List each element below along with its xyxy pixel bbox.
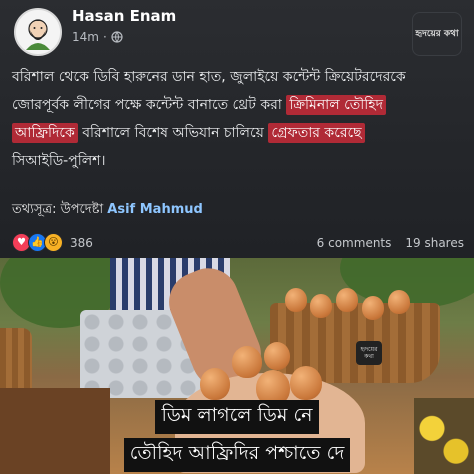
egg <box>200 368 230 400</box>
post-time[interactable]: 14m <box>72 30 99 44</box>
egg <box>336 288 358 312</box>
post-source: তথ্যসূত্র: উপদেষ্টা Asif Mahmud <box>12 200 203 221</box>
caption-text-2: তৌহিদ আফ্রিদির পশ্চাতে দে <box>123 438 351 472</box>
egg <box>388 290 410 314</box>
meta-separator: · <box>102 30 107 44</box>
post-text: বরিশাল থেকে ডিবি হারুনের ডান হাত, জুলাইয… <box>12 63 462 175</box>
globe-icon[interactable] <box>111 31 123 43</box>
reaction-summary[interactable]: ♥ 👍 😮 386 <box>12 233 93 252</box>
egg <box>285 288 307 312</box>
page-logo: হৃদয়ের কথা <box>412 12 462 56</box>
author-name[interactable]: Hasan Enam <box>72 7 176 25</box>
caption-line-2: তৌহিদ আফ্রিদির পশ্চাতে দে <box>0 438 474 472</box>
post-line-3-text: বরিশালে বিশেষ অভিযান চালিয়ে <box>77 125 269 141</box>
highlight-name-2: আফ্রিদিকে <box>12 123 78 143</box>
post-meta: 14m · <box>72 30 123 44</box>
source-label: তথ্যসূত্র: উপদেষ্টা <box>12 202 108 217</box>
post-line-1: বরিশাল থেকে ডিবি হারুনের ডান হাত, জুলাইয… <box>12 69 406 85</box>
reaction-count: 386 <box>70 235 93 250</box>
egg <box>264 342 290 370</box>
post-stats: 6 comments 19 shares <box>317 236 464 250</box>
image-watermark: হৃদয়ের কথা <box>356 341 382 365</box>
post-image[interactable]: হৃদয়ের কথা ডিম লাগলে ডিম নে তৌহিদ আফ্রি… <box>0 258 474 474</box>
post-line-2: জোরপূর্বক লীগের পক্ষে কন্টেন্ট বানাতে থ্… <box>12 91 462 119</box>
highlight-name: ক্রিমিনাল তৌহিদ <box>286 95 387 115</box>
facebook-post-card: Hasan Enam 14m · হৃদয়ের কথা বরিশাল থেকে… <box>0 0 474 258</box>
page-logo-text: হৃদয়ের কথা <box>415 28 459 39</box>
post-line-4: সিআইডি-পুলিশ। <box>12 153 106 169</box>
egg <box>310 294 332 318</box>
egg <box>290 366 322 400</box>
caption-text-1: ডিম লাগলে ডিম নে <box>155 400 319 434</box>
highlight-arrest: গ্রেফতার করেছে <box>268 123 365 143</box>
comments-count[interactable]: 6 comments <box>317 236 392 250</box>
post-line-3: আফ্রিদিকে বরিশালে বিশেষ অভিযান চালিয়ে গ… <box>12 119 462 147</box>
egg <box>362 296 384 320</box>
author-avatar[interactable] <box>14 8 62 56</box>
shares-count[interactable]: 19 shares <box>405 236 464 250</box>
post-line-2-text: জোরপূর্বক লীগের পক্ষে কন্টেন্ট বানাতে থ্… <box>12 97 287 113</box>
wow-reaction-icon: 😮 <box>44 233 63 252</box>
egg <box>232 346 262 378</box>
avatar-illustration-icon <box>16 10 60 54</box>
source-profile-link[interactable]: Asif Mahmud <box>107 202 203 217</box>
caption-line-1: ডিম লাগলে ডিম নে <box>0 400 474 434</box>
